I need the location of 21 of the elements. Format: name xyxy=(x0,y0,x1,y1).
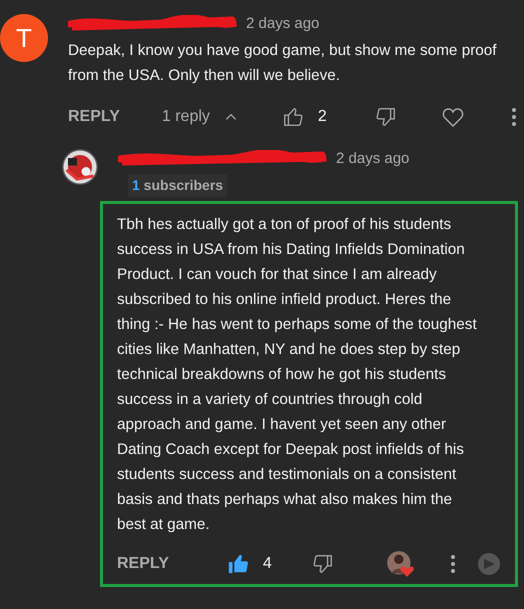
dislike-button[interactable] xyxy=(312,553,334,575)
comment-text: Tbh hes actually got a ton of proof of his students success in USA from his Dating Infields Domination Product. I can vouch for that since I am already subscribed to his online infield product. Heres the thing :- He has went to perhaps some of the toughest cities like Manhatten, NY and he does step by step technical breakdowns of how he got his students success in a variety of countries through cold approach and game. I havent yet seen any other Dating Coach except for Deepak post infields of his students success and testimonials on a consistent basis and thats perhaps what also makes him the best at game. xyxy=(117,215,478,535)
thumbs-down-icon xyxy=(312,553,334,575)
dislike-button[interactable] xyxy=(374,106,397,128)
reply-button[interactable]: REPLY xyxy=(117,552,169,576)
comment-text: Deepak, I know you have good game, but show me some proof from the USA. Only then will we believe. xyxy=(68,41,498,86)
play-circle-icon xyxy=(477,552,501,576)
creator-heart-button[interactable] xyxy=(386,550,414,578)
subscriber-badge: 1 subscribers xyxy=(128,174,228,197)
timestamp: 2 days ago xyxy=(246,14,320,34)
like-count: 4 xyxy=(262,554,272,574)
reply-button[interactable]: REPLY xyxy=(68,105,120,129)
more-button[interactable] xyxy=(451,555,455,573)
timestamp: 2 days ago xyxy=(336,148,410,169)
thumbs-down-icon xyxy=(374,106,397,128)
like-button[interactable] xyxy=(226,553,249,575)
avatar[interactable]: T xyxy=(0,14,48,62)
like-button[interactable] xyxy=(282,106,304,128)
like-count: 2 xyxy=(318,107,327,127)
replies-toggle[interactable]: 1 reply xyxy=(162,105,238,129)
more-button[interactable] xyxy=(512,108,516,126)
